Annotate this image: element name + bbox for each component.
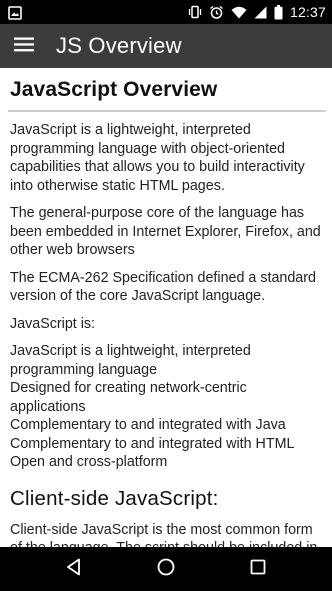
paragraph-javascript-is: JavaScript is: (10, 315, 96, 332)
page-heading: JavaScript Overview (10, 78, 218, 101)
paragraph-intro: JavaScript is a lightweight, interpreted… (10, 122, 305, 194)
paragraph-core: The general-purpose core of the language… (10, 205, 321, 258)
app-title: JS Overview (56, 33, 182, 58)
app-bar: JS Overview (0, 24, 332, 68)
back-icon (65, 558, 83, 580)
alarm-icon (209, 5, 224, 20)
status-time: 12:37 (289, 4, 326, 20)
home-icon (157, 558, 175, 580)
menu-button[interactable] (6, 24, 42, 68)
image-notification-icon (8, 5, 22, 20)
list-item: Complementary to and integrated with Jav… (10, 417, 286, 433)
section-heading: Client-side JavaScript: (10, 486, 219, 510)
paragraph-ecma: The ECMA-262 Specification defined a sta… (10, 269, 316, 305)
list-item: Open and cross-platform (10, 454, 168, 470)
hamburger-menu-icon (14, 37, 34, 56)
status-bar: 12:37 (0, 0, 332, 24)
battery-icon (274, 4, 283, 20)
list-item: Complementary to and integrated with HTM… (10, 435, 295, 452)
cellular-signal-icon (254, 6, 267, 19)
paragraph-client-side: Client-side JavaScript is the most commo… (10, 521, 317, 548)
heading-divider (8, 110, 326, 112)
list-item: Designed for creating network-centric ap… (10, 380, 247, 415)
home-button[interactable] (146, 547, 186, 591)
list-item: JavaScript is a lightweight, interpreted… (10, 343, 251, 378)
article-content[interactable]: JavaScript Overview JavaScript is a ligh… (0, 68, 332, 547)
navigation-bar (0, 547, 332, 591)
wifi-icon (231, 6, 247, 19)
feature-list: JavaScript is a lightweight, interpreted… (10, 342, 322, 472)
vibrate-icon (188, 5, 202, 19)
recents-icon (250, 559, 266, 579)
recents-button[interactable] (238, 547, 278, 591)
back-button[interactable] (54, 547, 94, 591)
